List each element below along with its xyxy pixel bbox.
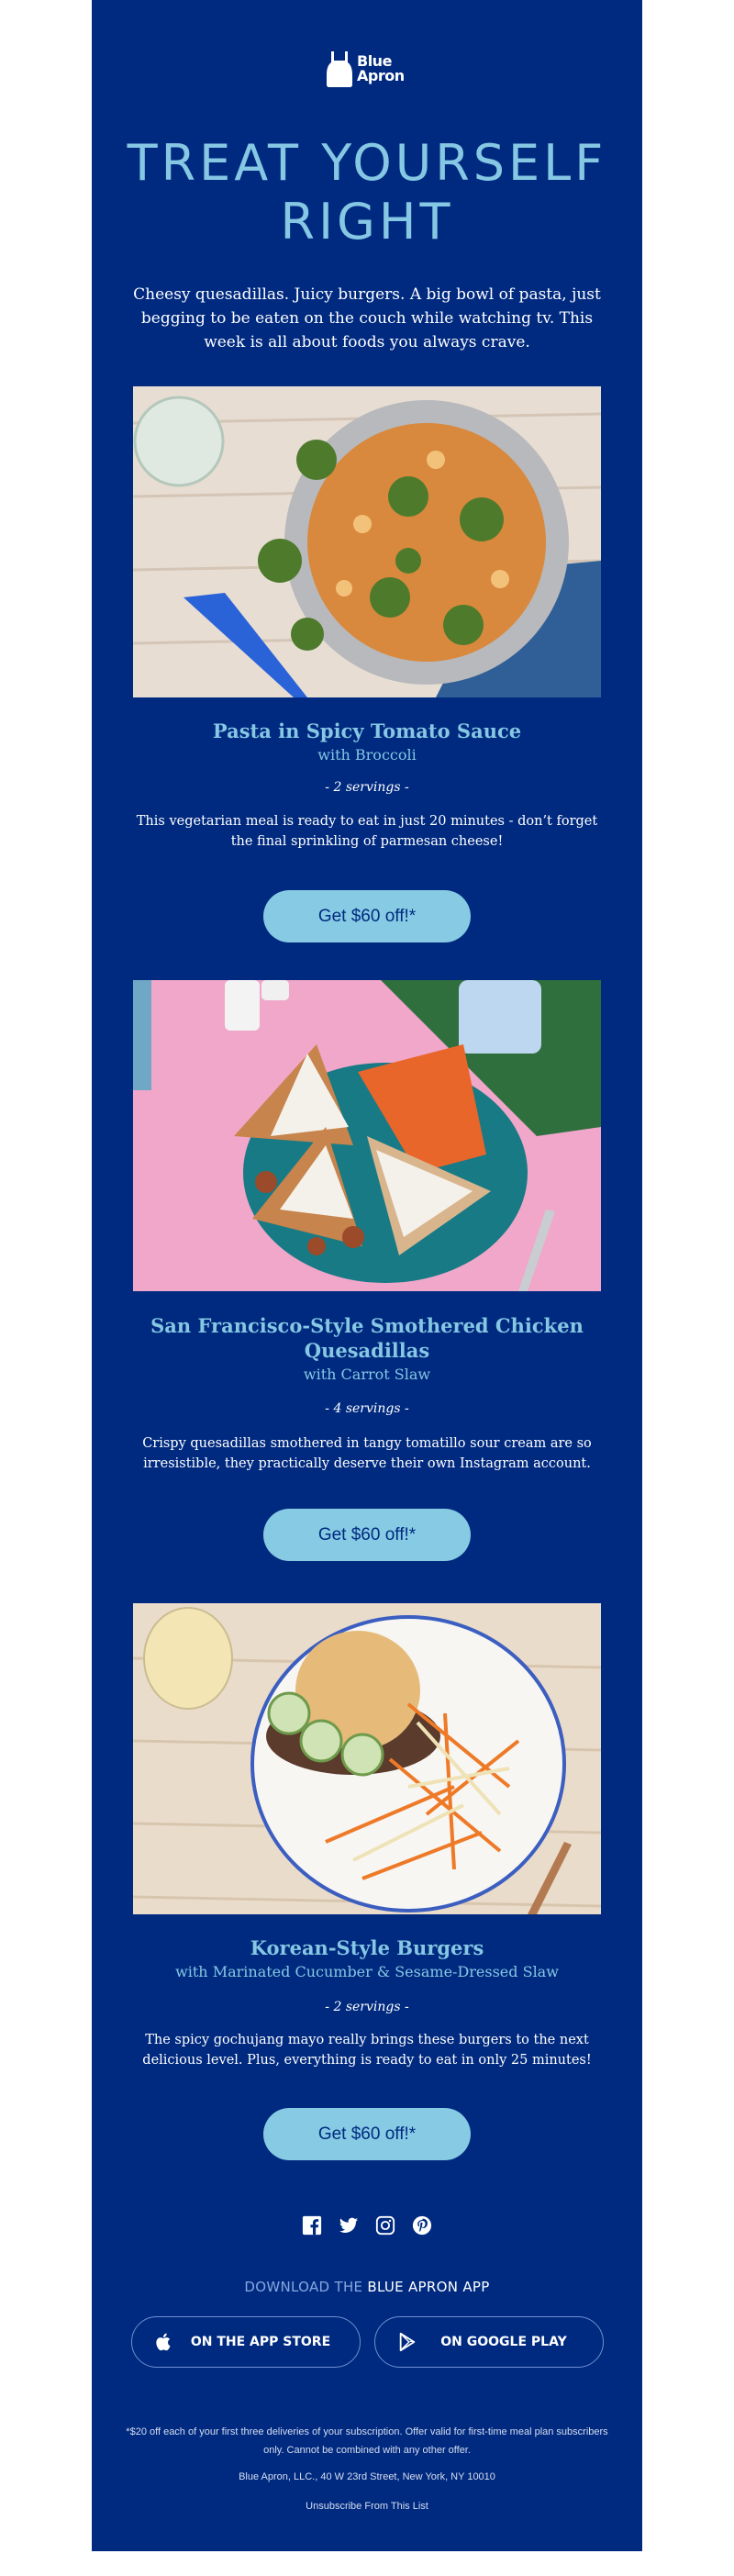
recipe-title: San Francisco-Style Smothered Chicken Qu… [150,1314,584,1362]
recipe-description: Crispy quesadillas smothered in tangy to… [142,1436,592,1471]
recipe-subtitle: with Carrot Slaw [303,1366,431,1383]
recipe-photo-quesadillas[interactable] [133,980,601,1291]
recipe-subtitle: with Marinated Cucumber & Sesame-Dressed… [175,1963,559,1980]
pinterest-icon[interactable] [412,2215,432,2236]
recipe-photo-pasta[interactable] [133,386,601,697]
social-links [92,2215,642,2236]
email-container: Blue Apron TREAT YOURSELF RIGHT Cheesy q… [92,0,642,2551]
recipe-subtitle: with Broccoli [317,746,417,764]
hero-headline: TREAT YOURSELF RIGHT [127,134,607,251]
download-app-heading: DOWNLOAD THE BLUE APRON APP [244,2279,490,2295]
get-offer-button[interactable]: Get $60 off!* [263,2108,471,2160]
recipe-description: The spicy gochujang mayo really brings t… [142,2033,592,2068]
app-store-button[interactable]: ON THE APP STORE [131,2316,361,2368]
get-offer-button[interactable]: Get $60 off!* [263,1509,471,1561]
recipe-description: This vegetarian meal is ready to eat in … [136,814,598,849]
hero-intro: Cheesy quesadillas. Juicy burgers. A big… [133,285,601,351]
get-offer-button[interactable]: Get $60 off!* [263,890,471,942]
recipe-servings: - 2 servings - [325,780,409,795]
recipe-servings: - 4 servings - [325,1401,409,1416]
twitter-icon[interactable] [339,2215,359,2236]
apron-icon [327,51,352,87]
unsubscribe-link[interactable]: Unsubscribe From This List [119,2497,615,2515]
facebook-icon[interactable] [302,2215,322,2236]
instagram-icon[interactable] [375,2215,395,2236]
recipe-photo-burgers[interactable] [133,1603,601,1914]
google-play-icon [397,2332,417,2352]
offer-disclaimer: *$20 off each of your first three delive… [126,2426,608,2456]
brand-logo[interactable]: Blue Apron [326,48,410,90]
app-store-label: ON THE APP STORE [190,2335,331,2349]
recipe-title: Korean-Style Burgers [250,1936,484,1959]
google-play-label: ON GOOGLE PLAY [440,2335,567,2349]
brand-wordmark: Blue Apron [357,52,405,84]
google-play-button[interactable]: ON GOOGLE PLAY [374,2316,604,2368]
apple-icon [154,2332,174,2352]
company-address: Blue Apron, LLC., 40 W 23rd Street, New … [239,2471,495,2482]
recipe-title: Pasta in Spicy Tomato Sauce [212,719,522,742]
recipe-servings: - 2 servings - [325,2000,409,2014]
